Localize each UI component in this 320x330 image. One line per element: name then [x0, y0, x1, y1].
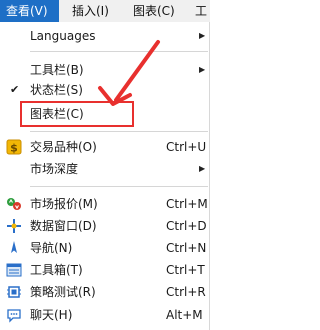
menu-item-navigator[interactable]: 导航(N) Ctrl+N	[0, 238, 210, 258]
menu-shortcut: Ctrl+T	[166, 263, 205, 277]
menu-item-label: 交易品种(O)	[30, 140, 97, 154]
menu-item-toolbox[interactable]: 工具箱(T) Ctrl+T	[0, 260, 210, 280]
chat-icon	[6, 307, 22, 323]
menu-item-label: Languages	[30, 29, 96, 43]
menu-shortcut: Alt+M	[166, 308, 203, 322]
menu-item-strategy-tester[interactable]: 策略测试(R) Ctrl+R	[0, 282, 210, 302]
submenu-arrow-icon: ▶	[199, 31, 206, 40]
menu-item-label: 策略测试(R)	[30, 285, 96, 299]
menu-shortcut: Ctrl+U	[166, 140, 207, 154]
menu-shortcut: Ctrl+N	[166, 241, 207, 255]
menu-view[interactable]: 查看(V)	[0, 0, 59, 22]
menu-item-symbols[interactable]: $ 交易品种(O) Ctrl+U	[0, 137, 210, 157]
menu-item-label: 状态栏(S)	[30, 83, 83, 97]
view-dropdown-menu: Languages ▶ 工具栏(B) ▶ ✔ 状态栏(S) 图表栏(C) $ 交…	[0, 22, 210, 330]
menu-item-toolbar[interactable]: 工具栏(B) ▶	[0, 60, 210, 80]
menu-bar: 查看(V) 插入(I) 图表(C) 工	[0, 0, 210, 22]
menu-item-label: 聊天(H)	[30, 308, 73, 322]
highlight-box	[20, 101, 134, 127]
submenu-arrow-icon: ▶	[199, 65, 206, 74]
strategy-tester-icon	[6, 284, 22, 300]
market-watch-icon	[6, 196, 22, 212]
menu-shortcut: Ctrl+D	[166, 219, 207, 233]
menu-item-label: 数据窗口(D)	[30, 219, 97, 233]
toolbox-icon	[6, 262, 22, 278]
menu-item-market-depth[interactable]: 市场深度 ▶	[0, 159, 210, 179]
menu-item-label: 市场报价(M)	[30, 197, 98, 211]
menu-separator	[30, 51, 208, 52]
menu-item-label: 工具栏(B)	[30, 63, 84, 77]
data-window-icon	[6, 218, 22, 234]
menu-shortcut: Ctrl+R	[166, 285, 206, 299]
menu-chart[interactable]: 图表(C)	[133, 0, 175, 22]
menu-shortcut: Ctrl+M	[166, 197, 208, 211]
menu-item-data-window[interactable]: 数据窗口(D) Ctrl+D	[0, 216, 210, 236]
menu-separator	[30, 186, 208, 187]
menu-item-label: 市场深度	[30, 162, 79, 176]
navigator-icon	[6, 240, 22, 256]
menu-separator	[30, 131, 208, 132]
svg-text:$: $	[10, 142, 18, 155]
menu-item-label: 导航(N)	[30, 241, 73, 255]
menu-insert[interactable]: 插入(I)	[72, 0, 109, 22]
menu-item-status-bar[interactable]: ✔ 状态栏(S)	[0, 80, 210, 100]
menu-tools[interactable]: 工	[195, 0, 207, 22]
submenu-arrow-icon: ▶	[199, 164, 206, 173]
dollar-icon: $	[6, 139, 22, 155]
menu-item-chat[interactable]: 聊天(H) Alt+M	[0, 305, 210, 325]
menu-item-market-watch[interactable]: 市场报价(M) Ctrl+M	[0, 194, 210, 214]
menu-item-label: 工具箱(T)	[30, 263, 83, 277]
menu-item-languages[interactable]: Languages ▶	[0, 26, 210, 46]
checkmark-icon: ✔	[10, 83, 20, 96]
